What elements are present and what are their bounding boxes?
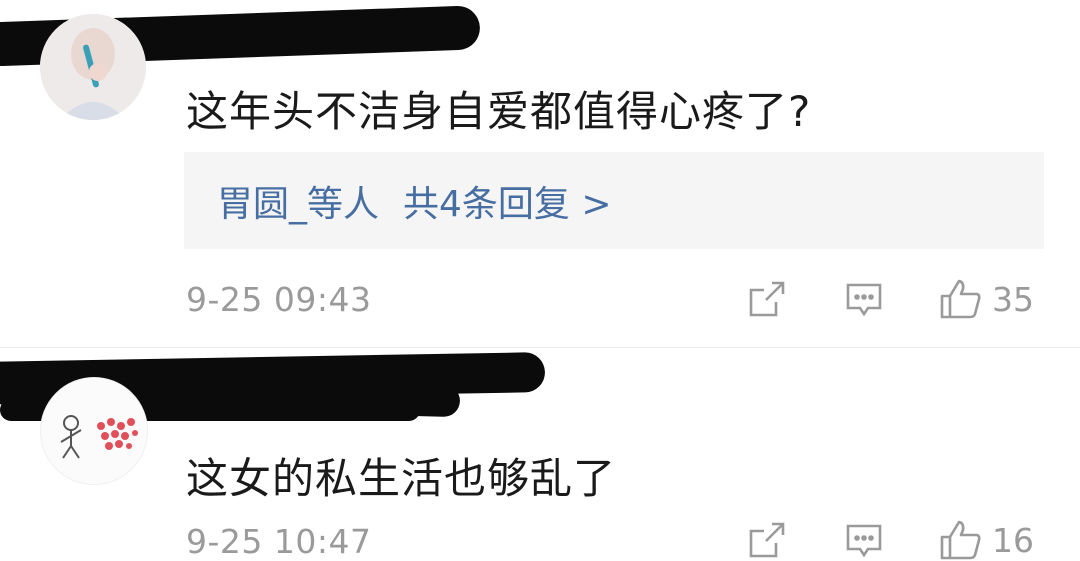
share-button[interactable] — [748, 521, 786, 559]
replies-preview[interactable]: 胃圆_等人 共4条回复 > — [184, 152, 1044, 249]
comment-text: 这女的私生活也够乱了 — [186, 454, 617, 503]
comment-text: 这年头不洁身自爱都值得心疼了? — [186, 87, 812, 136]
comment-1: 这年头不洁身自爱都值得心疼了? 胃圆_等人 共4条回复 > 9-25 09:43… — [0, 0, 1080, 348]
timestamp: 9-25 09:43 — [186, 280, 372, 319]
share-button[interactable] — [748, 280, 786, 318]
reply-count-link[interactable]: 共4条回复 > — [403, 175, 612, 227]
avatar[interactable] — [40, 377, 148, 485]
avatar[interactable] — [40, 14, 146, 120]
like-button[interactable]: 16 — [940, 519, 1034, 561]
like-count: 35 — [992, 279, 1034, 319]
like-button[interactable]: 35 — [940, 278, 1034, 320]
thumbs-up-icon — [940, 520, 981, 560]
share-icon — [749, 281, 785, 317]
comment-icon — [846, 283, 882, 317]
timestamp: 9-25 10:47 — [186, 522, 372, 561]
like-count: 16 — [992, 520, 1034, 560]
comment-icon — [846, 524, 882, 558]
comment-2: 这女的私生活也够乱了 9-25 10:47 16 — [0, 349, 1080, 561]
reply-button[interactable] — [845, 281, 883, 319]
share-icon — [749, 522, 785, 558]
thumbs-up-icon — [940, 279, 981, 319]
divider — [0, 347, 1080, 348]
reply-button[interactable] — [845, 522, 883, 560]
reply-authors[interactable]: 胃圆_等人 — [217, 175, 379, 227]
